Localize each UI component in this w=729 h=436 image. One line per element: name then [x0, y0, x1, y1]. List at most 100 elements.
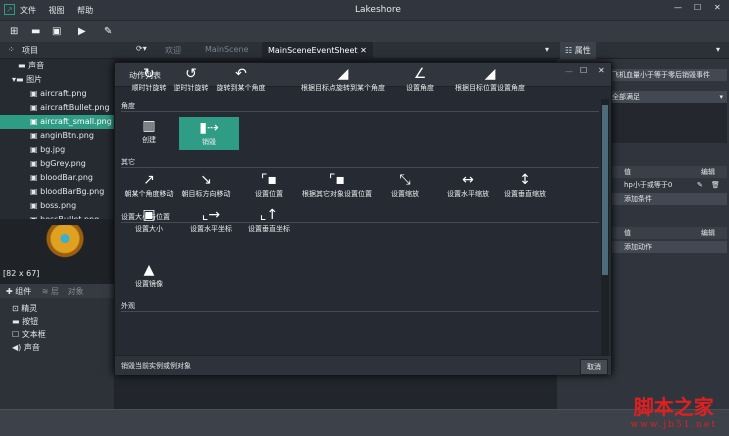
scrollbar-thumb[interactable] [602, 105, 608, 275]
menu-view[interactable]: 视图 [49, 6, 65, 15]
chevron-down-icon: ▾ [719, 93, 723, 101]
action-item-label: 设置大小 [135, 225, 163, 233]
add-action-button[interactable]: 添加动作 [609, 241, 727, 253]
tree-item-label: bloodBar.png [40, 173, 93, 182]
image-file-icon: ▣ [30, 201, 41, 210]
tree-item[interactable]: ▣ bgGrey.png [0, 157, 114, 171]
tree-item-label: aircraftBullet.png [40, 103, 110, 112]
set-scale-y-icon: ↕ [519, 172, 531, 188]
description-box[interactable] [609, 103, 727, 143]
section-title: 外观 [121, 302, 135, 310]
action-item[interactable]: ↕ 设置垂直缩放 [480, 171, 570, 199]
action-item[interactable]: ▲ 设置镜像 [104, 261, 194, 289]
action-item-label: 设置缩放 [391, 190, 419, 198]
tree-item[interactable]: ▣ bg.jpg [0, 143, 114, 157]
action-item[interactable]: ↶ 旋转到某个角度 [196, 65, 286, 93]
play-icon[interactable]: ▶ [78, 26, 86, 37]
action-description: 销毁当前实例或例对象 [121, 362, 191, 370]
properties-dropdown-icon[interactable]: ▾ [716, 45, 720, 54]
image-file-icon: ▣ [30, 173, 41, 182]
dialog-footer: 销毁当前实例或例对象 取消 [115, 355, 611, 375]
save-icon[interactable]: ▣ [52, 26, 61, 37]
actions-header: 值 编辑 [609, 227, 727, 239]
window-title: Lakeshore [355, 5, 401, 15]
action-item-label: 销毁 [202, 138, 216, 146]
open-folder-icon[interactable]: ▬ [31, 26, 40, 37]
dialog-maximize-button[interactable]: ☐ [580, 66, 587, 75]
sprite-icon: ⊡ [12, 304, 22, 313]
condition-mode-select[interactable]: 全部满足 ▾ [609, 91, 727, 103]
add-condition-label: 添加条件 [624, 195, 652, 203]
add-action-label: 添加动作 [624, 243, 652, 251]
minimize-button[interactable]: — [674, 3, 682, 12]
action-list-dialog: 动作列表 — ☐ ✕ 角度 ↻ 顺时针旋转 ↺ 逆时针旋转 ↶ 旋转到某个角度 ◢ 根据目标点旋… [114, 62, 612, 375]
image-preview: [82 x 67] [0, 219, 114, 284]
component-item[interactable]: ☐ 文本框 [12, 328, 114, 341]
menu-help[interactable]: 帮助 [77, 6, 93, 15]
project-tree: ▬ 声音 ▾▬ 图片 ▣ aircraft.png ▣ aircraftBullet.… [0, 59, 114, 219]
watermark: 脚本之家 www.jb51.net [630, 391, 717, 430]
tab-welcome[interactable]: 欢迎 [165, 45, 181, 56]
tree-item[interactable]: ▬ 声音 [0, 59, 114, 73]
action-value-column: 值 [624, 229, 631, 237]
component-item[interactable]: ⊡ 精灵 [12, 302, 114, 315]
menu-file[interactable]: 文件 [20, 6, 36, 15]
tree-item-label: bloodBarBg.png [40, 187, 105, 196]
tree-item[interactable]: ▣ aircraftBullet.png [0, 101, 114, 115]
aircraft-preview-image [45, 225, 85, 259]
tab-properties[interactable]: ☷ 属性 [560, 42, 596, 59]
tree-item[interactable]: ▾▬ 图片 [0, 73, 114, 87]
section-divider [121, 311, 599, 312]
button-icon: ▬ [12, 317, 23, 326]
tree-item[interactable]: ▣ aircraft_small.png [0, 115, 114, 129]
tree-item[interactable]: ▣ aircraft.png [0, 87, 114, 101]
component-label: 声音 [23, 343, 40, 352]
tab-components[interactable]: 组件 [15, 287, 31, 296]
tabs-dropdown-icon[interactable]: ▾ [545, 45, 549, 54]
add-condition-button[interactable]: 添加条件 [609, 193, 727, 205]
component-item[interactable]: ◀) 声音 [12, 341, 114, 354]
tree-item[interactable]: ▣ bloodBar.png [0, 171, 114, 185]
action-item-label: 设置镜像 [135, 280, 163, 288]
action-item-label: 设置垂直坐标 [248, 225, 290, 233]
tree-item-label: bg.jpg [40, 145, 66, 154]
toolbar: ⊞ ▬ ▣ ▶ ✎ [0, 20, 729, 42]
tab-event-sheet[interactable]: MainSceneEventSheet ✕ [262, 42, 373, 59]
maximize-button[interactable]: ☐ [694, 3, 701, 12]
tab-main-scene[interactable]: MainScene [205, 45, 249, 54]
condition-row[interactable]: hp小于或等于0 ✎ 🗑 [609, 179, 727, 191]
dialog-minimize-button[interactable]: — [565, 67, 573, 76]
tab-layers[interactable]: 层 [51, 287, 59, 296]
textbox-icon: ☐ [12, 330, 22, 339]
tree-item[interactable]: ▣ anginBtn.png [0, 129, 114, 143]
action-item[interactable]: ▮⇢ 销毁 [179, 117, 239, 150]
image-file-icon: ▣ [30, 159, 41, 168]
brush-icon[interactable]: ✎ [104, 26, 112, 37]
close-button[interactable]: ✕ [714, 3, 721, 12]
layers-icon[interactable]: ≋ [42, 287, 49, 296]
tree-item-label: anginBtn.png [40, 131, 94, 140]
action-item[interactable]: ◢ 根据目标位置设置角度 [445, 65, 535, 93]
close-tab-icon[interactable]: ✕ [360, 46, 367, 55]
image-size: [82 x 67] [3, 269, 40, 278]
component-label: 按钮 [22, 317, 39, 326]
cancel-button[interactable]: 取消 [580, 359, 608, 375]
image-file-icon: ▣ [30, 103, 41, 112]
section-title: 角度 [121, 102, 135, 110]
tree-item[interactable]: ▣ boss.png [0, 199, 114, 213]
dialog-scrollbar[interactable] [601, 99, 609, 355]
component-label: 精灵 [21, 304, 38, 313]
new-project-icon[interactable]: ⊞ [10, 26, 18, 37]
event-name-field[interactable]: 飞机血量小于等于零后销毁事件 [609, 69, 727, 81]
tree-item-label: boss.png [40, 201, 77, 210]
refresh-dropdown-icon[interactable]: ⟳▾ [136, 44, 147, 53]
delete-trash-icon[interactable]: 🗑 [711, 179, 720, 191]
puzzle-icon: ✚ [6, 287, 13, 296]
component-item[interactable]: ▬ 按钮 [12, 315, 114, 328]
tree-item[interactable]: ▣ bloodBarBg.png [0, 185, 114, 199]
dialog-close-button[interactable]: ✕ [598, 66, 605, 75]
edit-pencil-icon[interactable]: ✎ [697, 179, 703, 191]
app-logo-icon: ↗ [4, 4, 15, 15]
action-item[interactable]: ⌞↑ 设置垂直坐标 [224, 206, 314, 234]
tab-objects[interactable]: 对象 [68, 287, 84, 296]
